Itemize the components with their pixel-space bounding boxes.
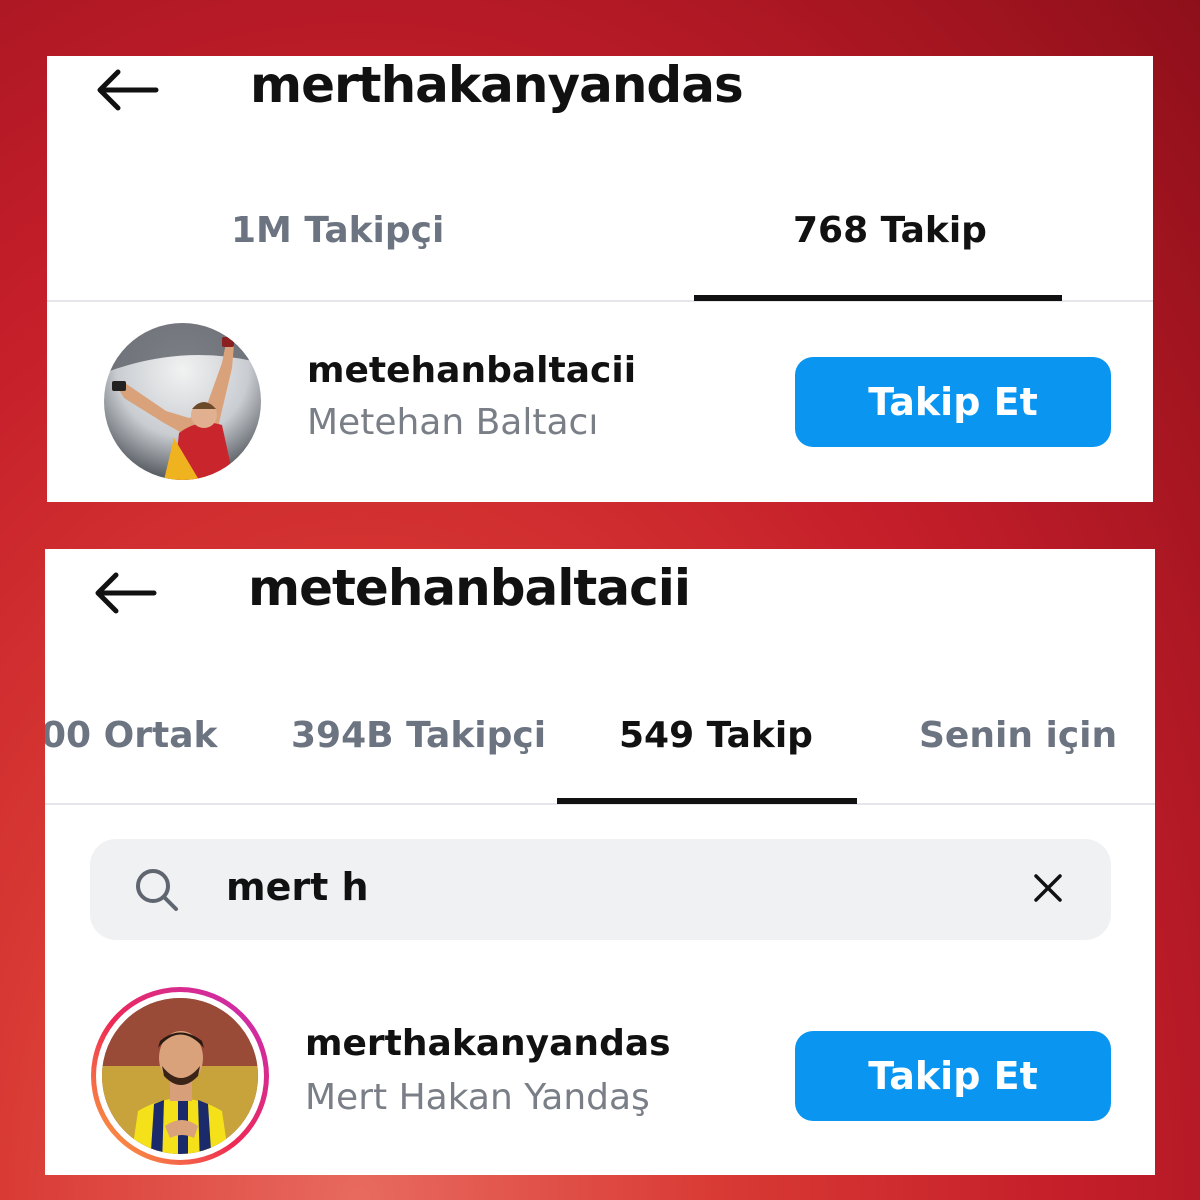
tab-mutual[interactable]: 00 Ortak <box>45 715 217 756</box>
tab-following[interactable]: 549 Takip <box>619 715 813 756</box>
user-username[interactable]: merthakanyandas <box>305 1023 671 1064</box>
profile-following-panel-merthakanyandas: merthakanyandas 1M Takipçi 768 Takip met… <box>47 56 1153 502</box>
tab-followers[interactable]: 1M Takipçi <box>231 210 444 251</box>
search-icon <box>134 867 180 917</box>
follow-button[interactable]: Takip Et <box>795 1031 1111 1121</box>
user-fullname: Mert Hakan Yandaş <box>305 1077 650 1118</box>
user-fullname: Metehan Baltacı <box>307 402 599 443</box>
user-username[interactable]: metehanbaltacii <box>307 350 636 391</box>
search-bar[interactable]: mert h <box>90 839 1111 940</box>
tab-for-you[interactable]: Senin için <box>919 715 1117 756</box>
back-arrow-icon[interactable] <box>92 571 158 615</box>
page-title: metehanbaltacii <box>248 559 691 617</box>
close-icon[interactable] <box>1031 871 1065 909</box>
active-tab-indicator <box>694 295 1062 301</box>
active-tab-indicator <box>557 798 857 804</box>
search-input[interactable]: mert h <box>226 865 369 909</box>
profile-following-panel-metehanbaltacii: metehanbaltacii 00 Ortak 394B Takipçi 54… <box>45 549 1155 1175</box>
page-title: merthakanyandas <box>250 56 744 114</box>
tab-followers[interactable]: 394B Takipçi <box>291 715 546 756</box>
avatar-story-ring[interactable] <box>90 986 270 1166</box>
follow-button[interactable]: Takip Et <box>795 357 1111 447</box>
avatar[interactable] <box>104 323 261 480</box>
tab-following[interactable]: 768 Takip <box>793 210 987 251</box>
back-arrow-icon[interactable] <box>94 68 160 112</box>
